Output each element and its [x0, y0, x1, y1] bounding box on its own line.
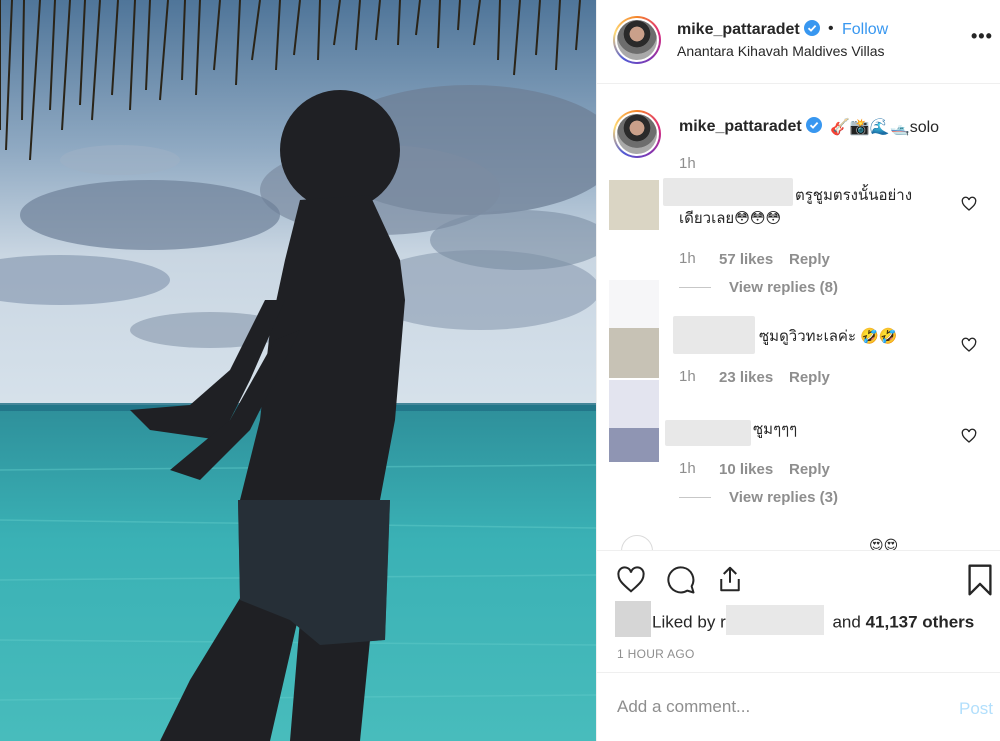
author-username-text[interactable]: mike_pattaradet: [677, 21, 800, 38]
comment-time[interactable]: 1h: [679, 250, 696, 267]
redacted-username[interactable]: [663, 178, 793, 206]
replies-divider: [679, 287, 711, 288]
author-username[interactable]: mike_pattaradet: [677, 20, 820, 39]
author-avatar[interactable]: [613, 16, 661, 64]
comment-likes[interactable]: 23 likes: [719, 369, 773, 386]
reply-button[interactable]: Reply: [789, 369, 830, 386]
comment-time[interactable]: 1h: [679, 460, 696, 477]
commenter-avatar[interactable]: [609, 428, 659, 462]
post-actions: Liked by r and 41,137 others 1 HOUR AGO: [597, 550, 1000, 670]
comment-likes[interactable]: 10 likes: [719, 461, 773, 478]
verified-badge-icon: [805, 117, 822, 133]
caption-text: 🎸📸🌊🛥️solo: [830, 119, 940, 136]
view-replies-button[interactable]: View replies (8): [729, 279, 838, 296]
verified-badge-icon: [803, 20, 820, 36]
liker-avatar[interactable]: [615, 601, 651, 637]
caption-avatar[interactable]: [613, 110, 661, 158]
comment-composer: Post: [597, 672, 1000, 741]
redacted-username[interactable]: [665, 420, 751, 446]
bookmark-icon[interactable]: [967, 563, 993, 597]
heart-icon[interactable]: [615, 565, 647, 595]
like-comment-heart-icon[interactable]: [961, 428, 977, 444]
follow-button[interactable]: Follow: [842, 21, 888, 39]
comment-text: ซูมดูวิวทะเลค่ะ 🤣🤣: [759, 328, 898, 345]
post-photo[interactable]: [0, 0, 596, 741]
more-options-icon[interactable]: •••: [971, 26, 993, 47]
comment-text: ตรูชูมตรงนั้นอย่าง: [795, 187, 913, 204]
liked-by-summary: Liked by r and 41,137 others: [652, 605, 975, 635]
view-replies-button[interactable]: View replies (3): [729, 489, 838, 506]
partial-comment-emoji: 😍😍: [869, 537, 899, 550]
post-location[interactable]: Anantara Kihavah Maldives Villas: [677, 43, 885, 59]
comment-text: ซูมๆๆๆ: [753, 421, 798, 438]
reply-button[interactable]: Reply: [789, 251, 830, 268]
post-side-panel: mike_pattaradet • Follow Anantara Kihava…: [596, 0, 1000, 741]
caption-time[interactable]: 1h: [679, 155, 696, 172]
liked-by-prefix: Liked by: [652, 612, 716, 632]
commenter-avatar[interactable]: [609, 328, 659, 378]
caption-username-text[interactable]: mike_pattaradet: [679, 118, 802, 135]
like-comment-heart-icon[interactable]: [961, 337, 977, 353]
comment-icon[interactable]: [665, 565, 697, 595]
add-comment-input[interactable]: [617, 697, 917, 717]
post-comment-button[interactable]: Post: [959, 699, 993, 719]
post-timestamp[interactable]: 1 HOUR AGO: [617, 647, 695, 661]
comment-text-continued: เดียวเลย😳😳😳: [679, 210, 782, 227]
liked-by-and: and: [832, 612, 861, 632]
commenter-avatar[interactable]: [609, 280, 659, 328]
share-icon[interactable]: [715, 563, 745, 595]
comment-time[interactable]: 1h: [679, 368, 696, 385]
reply-button[interactable]: Reply: [789, 461, 830, 478]
header-separator: •: [828, 20, 834, 37]
caption-username[interactable]: mike_pattaradet: [679, 117, 822, 136]
replies-divider: [679, 497, 711, 498]
redacted-username[interactable]: [673, 316, 755, 354]
comment-likes[interactable]: 57 likes: [719, 251, 773, 268]
commenter-avatar[interactable]: [609, 180, 659, 230]
redacted-liker-username[interactable]: [725, 605, 824, 635]
commenter-avatar[interactable]: [609, 380, 659, 428]
likes-count-button[interactable]: 41,137 others: [866, 612, 975, 631]
post-header: mike_pattaradet • Follow Anantara Kihava…: [597, 0, 1000, 84]
photo-image: [0, 0, 596, 741]
like-comment-heart-icon[interactable]: [961, 196, 977, 212]
